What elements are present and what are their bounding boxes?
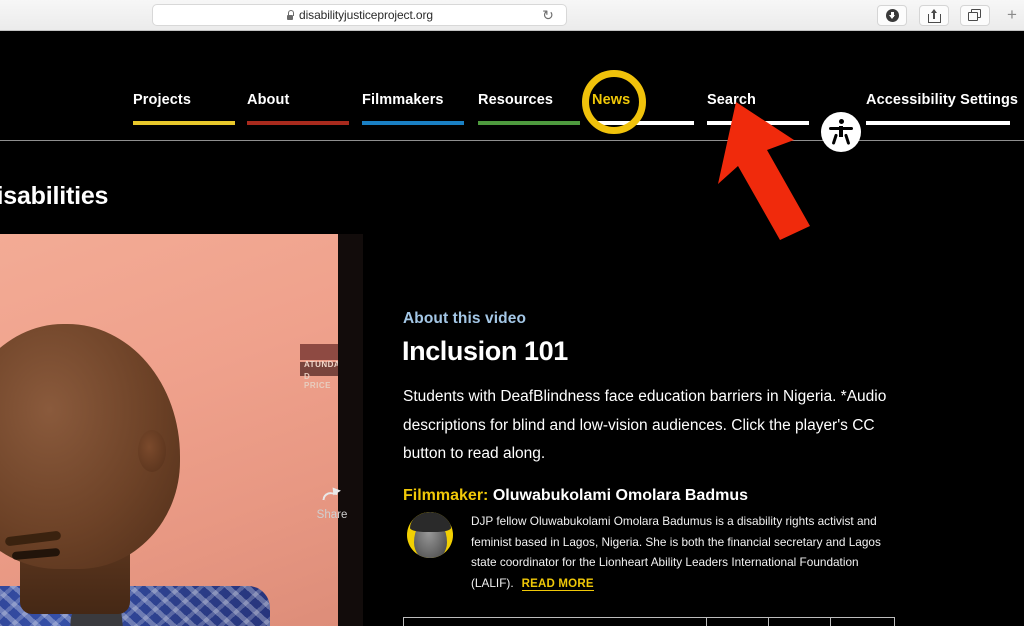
video-description: Students with DeafBlindness face educati… [403,388,887,462]
nav-item-projects[interactable]: Projects [133,92,235,137]
new-tab-button[interactable]: + [1004,6,1020,23]
browser-toolbar: disabilityjusticeproject.org ↻ + [0,0,1024,31]
bottom-table [403,617,895,626]
nav-item-about[interactable]: About [247,92,349,137]
nav-item-accessibility-settings[interactable]: Accessibility Settings [866,92,1018,137]
nav-item-underline [247,121,349,125]
page-title: ns with disabilities [0,182,109,210]
nav-item-underline [133,121,235,125]
filmmaker-bio-text: DJP fellow Oluwabukolami Omolara Badumus… [471,511,899,594]
filmmaker-name: Oluwabukolami Omolara Badmus [492,487,748,504]
url-text: disabilityjusticeproject.org [299,8,433,22]
reload-icon[interactable]: ↻ [540,7,556,23]
nav-item-label: Filmmakers [362,92,444,108]
tab-overview-icon[interactable] [960,5,990,26]
download-icon[interactable] [877,5,907,26]
nav-item-label: About [247,92,290,108]
wall-sign-text-1: ATUNDA [304,360,341,369]
video-title: Inclusion 101 [402,336,568,366]
about-video-kicker: About this video [403,310,527,327]
nav-item-underline [478,121,580,125]
accessibility-person-icon[interactable] [821,112,861,152]
wall-sign-text-2: D PRICE [304,372,331,390]
table-cell [831,618,894,626]
filmmaker-label: Filmmaker: [403,487,489,504]
nav-item-filmmakers[interactable]: Filmmakers [362,92,464,137]
filmmaker-heading: Filmmaker: Oluwabukolami Omolara Badmus [403,487,748,505]
address-bar[interactable]: disabilityjusticeproject.org [152,4,567,26]
pointer-arrow [718,102,810,240]
nav-item-underline [866,121,1010,125]
table-cell [707,618,769,626]
subject-ear [138,430,166,472]
app-root: disabilityjusticeproject.org ↻ + Project… [0,0,1024,626]
nav-item-label: Resources [478,92,554,108]
video-player[interactable]: ATUNDA D PRICE Share [0,234,363,626]
nav-item-underline [362,121,464,125]
video-share-button[interactable]: Share [306,486,358,523]
site-header: Projects About Filmmakers Resources News Sear… [0,31,1024,152]
share-arrow-icon [322,486,342,502]
table-cell [404,618,707,626]
table-cell [769,618,831,626]
video-letterbox [338,234,363,626]
nav-item-label: Accessibility Settings [866,92,1019,108]
nav-item-resources[interactable]: Resources [478,92,580,137]
filmmaker-avatar [407,512,453,558]
lock-icon [286,10,295,20]
share-icon[interactable] [919,5,949,26]
main-navigation: Projects About Filmmakers Resources News Sear… [0,31,1024,141]
video-share-label: Share [316,509,348,521]
nav-item-label: Projects [133,92,192,108]
video-frame: ATUNDA D PRICE [0,234,360,626]
read-more-link[interactable]: READ MORE [521,577,594,591]
